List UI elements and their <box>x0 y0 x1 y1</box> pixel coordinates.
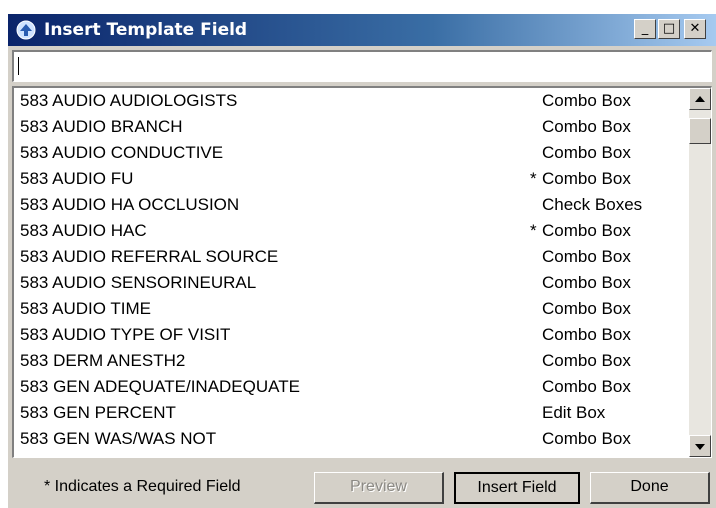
field-name: 583 DERM ANESTH2 <box>20 351 186 370</box>
scroll-thumb[interactable] <box>689 118 711 144</box>
field-type: Check Boxes <box>542 195 643 214</box>
field-type: Combo Box <box>542 377 631 396</box>
field-name: 583 AUDIO TYPE OF VISIT <box>20 325 231 344</box>
preview-label: Preview <box>350 478 407 495</box>
list-item[interactable]: 583 AUDIO AUDIOLOGISTS Combo Box <box>14 88 687 114</box>
minimize-icon: _ <box>641 21 649 36</box>
field-name: 583 GEN PERCENT <box>20 403 176 422</box>
list-item[interactable]: 583 GEN PERCENT Edit Box <box>14 400 687 426</box>
minimize-button[interactable]: _ <box>634 19 656 39</box>
list-item[interactable]: 583 AUDIO CONDUCTIVE Combo Box <box>14 140 687 166</box>
field-type: Combo Box <box>542 299 631 318</box>
field-type: Combo Box <box>542 351 631 370</box>
list-item[interactable]: 583 AUDIO REFERRAL SOURCE Combo Box <box>14 244 687 270</box>
field-type: Combo Box <box>542 247 631 266</box>
field-filter-input[interactable] <box>12 50 712 82</box>
field-name: 583 AUDIO TIME <box>20 299 152 318</box>
field-type: Combo Box <box>542 429 631 448</box>
field-name: 583 AUDIO CONDUCTIVE <box>20 143 224 162</box>
insert-field-button[interactable]: Insert Field <box>454 472 580 504</box>
list-item[interactable]: 583 GEN ADEQUATE/INADEQUATE Combo Box <box>14 374 687 400</box>
field-name: 583 AUDIO AUDIOLOGISTS <box>20 91 238 110</box>
field-type: Combo Box <box>542 325 631 344</box>
field-type: Combo Box <box>542 117 631 136</box>
field-rows: 583 AUDIO AUDIOLOGISTS Combo Box 583 AUDIO… <box>14 88 687 457</box>
list-item[interactable]: 583 AUDIO BRANCH Combo Box <box>14 114 687 140</box>
maximize-icon: □ <box>662 21 676 36</box>
scroll-down-button[interactable] <box>689 435 711 457</box>
field-name: 583 GEN WAS/WERE <box>20 452 188 457</box>
arrow-down-icon <box>695 444 705 450</box>
preview-button[interactable]: Preview <box>314 472 444 504</box>
required-marker: * <box>530 169 537 188</box>
list-item[interactable]: 583 AUDIO SENSORINEURAL Combo Box <box>14 270 687 296</box>
field-type: Edit Box <box>542 403 606 422</box>
text-caret <box>18 57 19 75</box>
field-type: Combo Box <box>542 91 631 110</box>
list-item[interactable]: 583 AUDIO HAC * Combo Box <box>14 218 687 244</box>
required-field-note: * Indicates a Required Field <box>44 478 241 495</box>
field-name: 583 AUDIO HAC <box>20 221 147 240</box>
arrow-up-icon <box>695 96 705 102</box>
close-button[interactable]: ✕ <box>684 19 706 39</box>
field-name: 583 AUDIO SENSORINEURAL <box>20 273 257 292</box>
list-item[interactable]: 583 GEN WAS/WERE Combo Box <box>14 452 687 457</box>
field-type: Combo Box <box>542 221 631 240</box>
list-item[interactable]: 583 AUDIO FU * Combo Box <box>14 166 687 192</box>
vertical-scrollbar[interactable] <box>689 88 711 457</box>
field-name: 583 AUDIO FU <box>20 169 134 188</box>
close-icon: ✕ <box>689 21 701 36</box>
field-type: Combo Box <box>542 452 631 457</box>
field-type: Combo Box <box>542 273 631 292</box>
maximize-button[interactable]: □ <box>658 19 680 39</box>
insert-template-field-dialog: Insert Template Field _ □ ✕ 583 AUDIO AU… <box>8 14 716 508</box>
list-item[interactable]: 583 AUDIO TIME Combo Box <box>14 296 687 322</box>
field-name: 583 GEN WAS/WAS NOT <box>20 429 217 448</box>
insert-field-label: Insert Field <box>477 479 557 496</box>
field-name: 583 AUDIO REFERRAL SOURCE <box>20 247 279 266</box>
scroll-up-button[interactable] <box>689 88 711 110</box>
field-type: Combo Box <box>542 169 631 188</box>
field-type: Combo Box <box>542 143 631 162</box>
list-item[interactable]: 583 AUDIO TYPE OF VISIT Combo Box <box>14 322 687 348</box>
list-item[interactable]: 583 DERM ANESTH2 Combo Box <box>14 348 687 374</box>
title-bar[interactable]: Insert Template Field _ □ ✕ <box>8 14 716 46</box>
app-icon <box>16 20 36 40</box>
field-name: 583 AUDIO BRANCH <box>20 117 183 136</box>
list-item[interactable]: 583 AUDIO HA OCCLUSION Check Boxes <box>14 192 687 218</box>
done-button[interactable]: Done <box>590 472 710 504</box>
field-name: 583 GEN ADEQUATE/INADEQUATE <box>20 377 300 396</box>
template-field-list[interactable]: 583 AUDIO AUDIOLOGISTS Combo Box 583 AUDIO… <box>12 86 712 458</box>
done-label: Done <box>630 478 669 495</box>
field-name: 583 AUDIO HA OCCLUSION <box>20 195 240 214</box>
required-marker: * <box>530 221 537 240</box>
window-title: Insert Template Field <box>44 20 248 40</box>
list-item[interactable]: 583 GEN WAS/WAS NOT Combo Box <box>14 426 687 452</box>
